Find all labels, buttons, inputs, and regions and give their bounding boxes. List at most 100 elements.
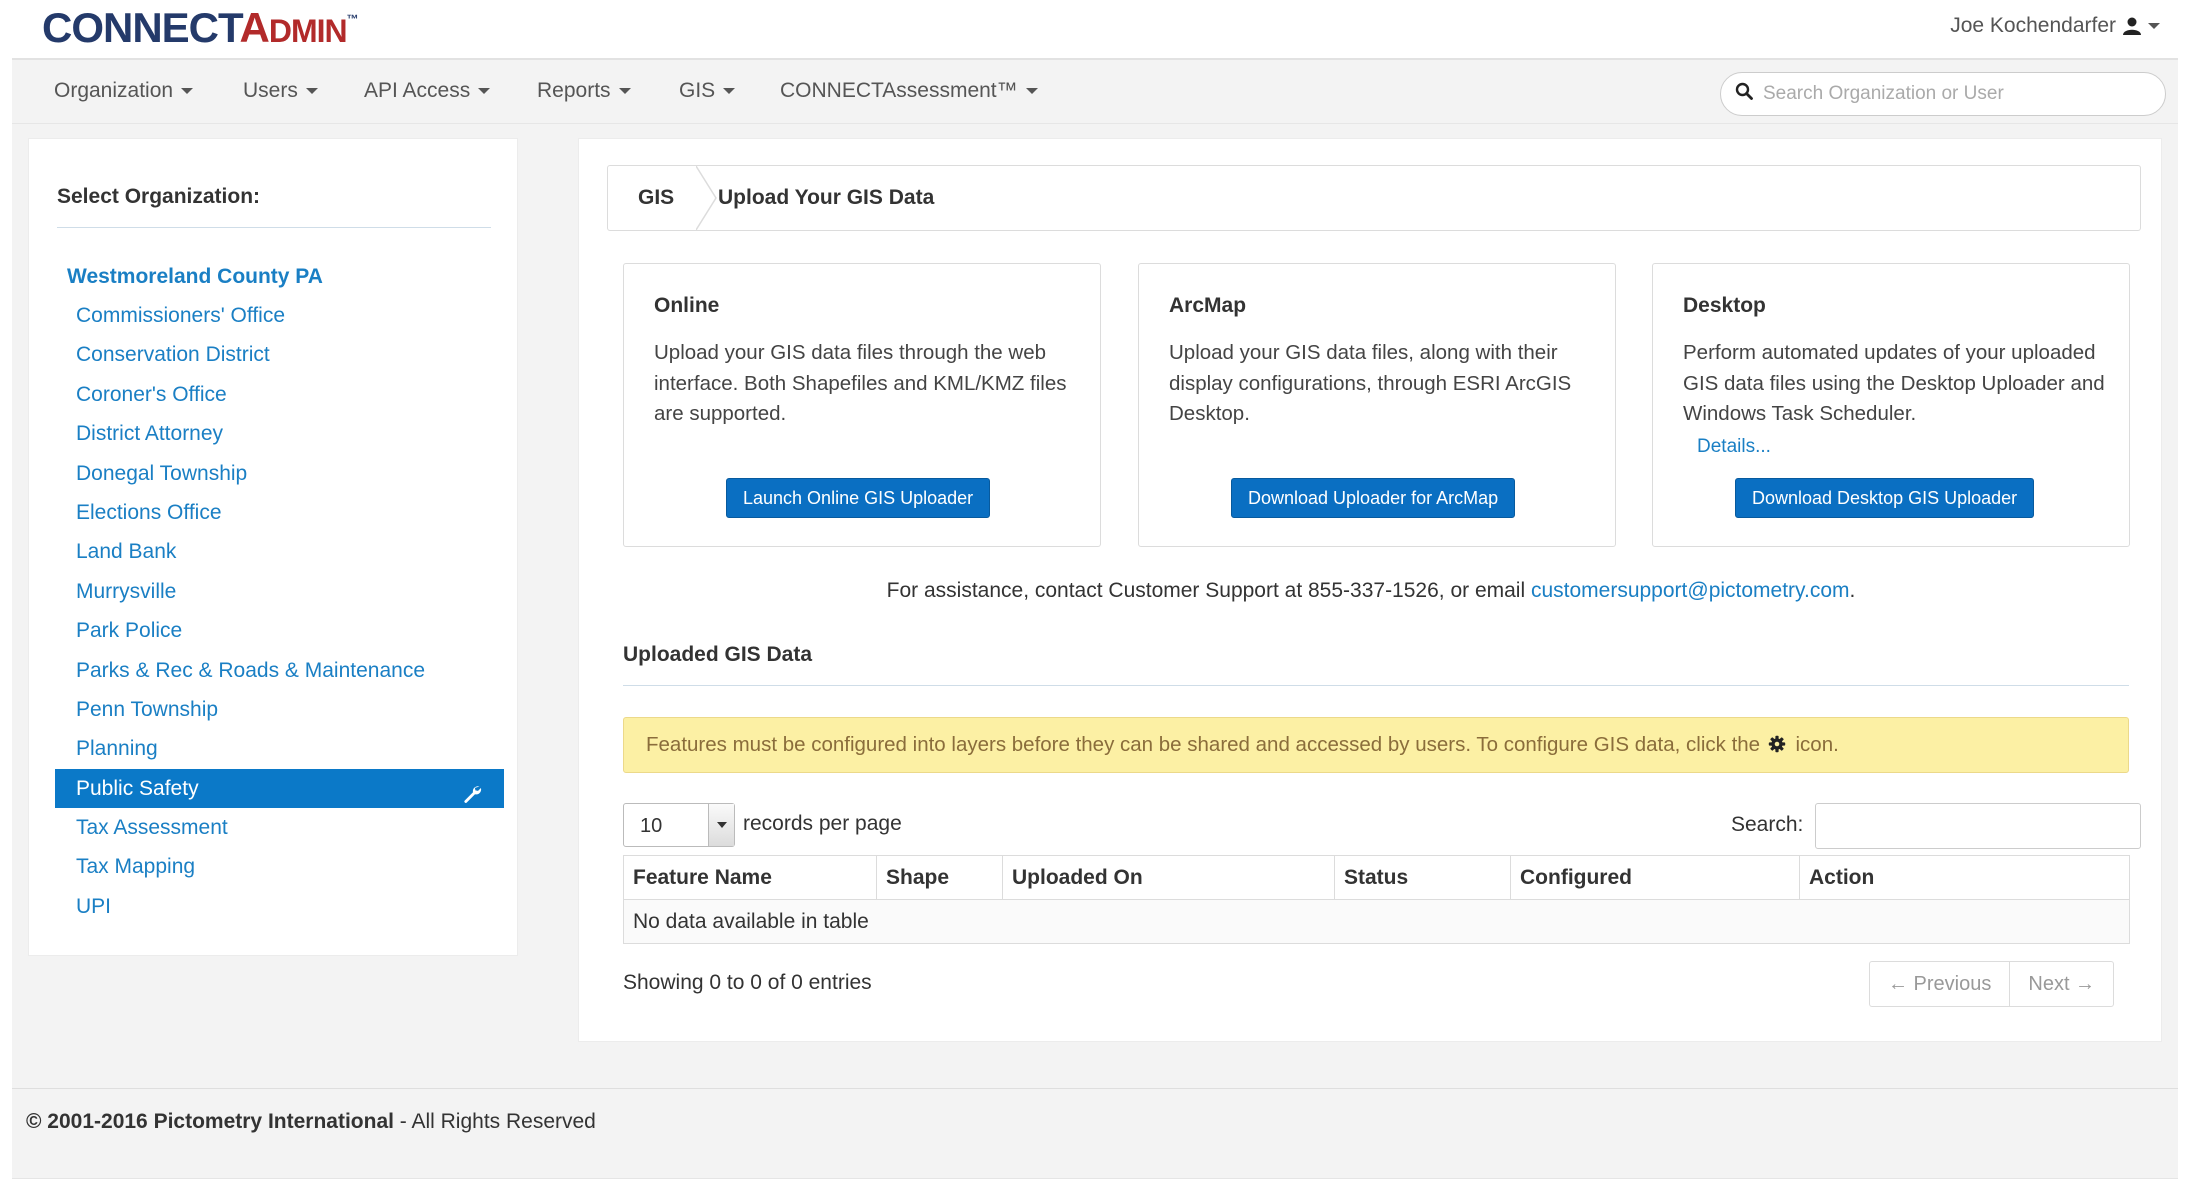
org-item-penn-township[interactable]: Penn Township — [55, 690, 504, 729]
logo-connect: CONNECT — [42, 4, 241, 51]
support-text: For assistance, contact Customer Support… — [886, 579, 1531, 602]
column-header-action[interactable]: Action — [1799, 855, 2130, 900]
divider — [57, 227, 491, 228]
nav-users[interactable]: Users — [243, 79, 318, 103]
download-arcmap-uploader-button[interactable]: Download Uploader for ArcMap — [1231, 478, 1516, 518]
nav-label: Reports — [537, 79, 611, 102]
alert-text-end: icon. — [1795, 733, 1839, 756]
breadcrumb: GIS Upload Your GIS Data — [607, 165, 2141, 231]
nav-reports[interactable]: Reports — [537, 79, 631, 103]
card-title: Online — [654, 294, 720, 317]
nav-api-access[interactable]: API Access — [364, 79, 491, 103]
download-desktop-uploader-button[interactable]: Download Desktop GIS Uploader — [1735, 478, 2035, 518]
support-email-link[interactable]: customersupport@pictometry.com — [1531, 579, 1850, 602]
empty-table-message: No data available in table — [623, 899, 2130, 944]
main-panel: GIS Upload Your GIS Data Online Upload y… — [578, 138, 2162, 1042]
column-header-configured[interactable]: Configured — [1510, 855, 1800, 900]
nav-label: Users — [243, 79, 298, 102]
user-menu[interactable]: Joe Kochendarfer — [1950, 14, 2160, 38]
card-title: ArcMap — [1169, 294, 1247, 317]
org-item-elections-office[interactable]: Elections Office — [55, 493, 504, 532]
org-item-murrysville[interactable]: Murrysville — [55, 572, 504, 611]
card-title: Desktop — [1683, 294, 1766, 317]
org-root-link[interactable]: Westmoreland County PA — [67, 265, 323, 289]
nav-label: API Access — [364, 79, 471, 102]
page-background: CONNECTADMIN™ Joe Kochendarfer Organizat… — [12, 0, 2178, 1179]
main-nav: Organization Users API Access Reports GI… — [12, 62, 2178, 124]
page-length-value: 10 — [640, 815, 663, 837]
org-item-parks-rec-roads[interactable]: Parks & Rec & Roads & Maintenance — [55, 651, 504, 690]
user-icon — [2122, 16, 2142, 36]
caret-down-icon — [478, 88, 491, 94]
table-search-input[interactable] — [1815, 803, 2141, 849]
global-search[interactable] — [1720, 72, 2166, 116]
org-item-conservation-district[interactable]: Conservation District — [55, 335, 504, 374]
search-input[interactable] — [1763, 83, 2143, 105]
nav-gis[interactable]: GIS — [679, 79, 736, 103]
section-title: Uploaded GIS Data — [623, 643, 813, 666]
divider — [623, 685, 2129, 686]
search-icon — [1735, 82, 1753, 106]
top-header: CONNECTADMIN™ Joe Kochendarfer — [12, 0, 2178, 60]
nav-label: CONNECTAssessment™ — [780, 79, 1018, 102]
card-description: Upload your GIS data files, along with t… — [1169, 341, 1572, 425]
page-length-select[interactable]: 10 — [623, 803, 735, 847]
org-item-park-police[interactable]: Park Police — [55, 611, 504, 650]
table-search-label: Search: — [1731, 813, 1804, 836]
gis-data-table: Feature Name Shape Uploaded On Status Co… — [623, 855, 2130, 944]
sidebar-title: Select Organization: — [57, 185, 261, 208]
org-item-commissioners-office[interactable]: Commissioners' Office — [55, 296, 504, 335]
table-info: Showing 0 to 0 of 0 entries — [623, 971, 872, 994]
nav-label: GIS — [679, 79, 716, 102]
logo-trademark: ™ — [346, 12, 359, 26]
details-link[interactable]: Details... — [1697, 436, 1771, 458]
card-description: Perform automated updates of your upload… — [1683, 341, 2105, 425]
breadcrumb-gis[interactable]: GIS — [638, 186, 674, 210]
page-length-label: records per page — [743, 812, 902, 835]
caret-down-icon — [181, 88, 194, 94]
org-item-coroners-office[interactable]: Coroner's Office — [55, 375, 504, 414]
caret-down-icon — [305, 88, 318, 94]
divider — [12, 1088, 2178, 1089]
org-item-donegal-township[interactable]: Donegal Township — [55, 454, 504, 493]
footer-rights: - All Rights Reserved — [393, 1110, 596, 1133]
column-header-uploaded-on[interactable]: Uploaded On — [1002, 855, 1335, 900]
card-arcmap: ArcMap Upload your GIS data files, along… — [1138, 263, 1616, 547]
alert-text: Features must be configured into layers … — [646, 733, 1761, 756]
column-header-feature-name[interactable]: Feature Name — [623, 855, 877, 900]
table-header-row: Feature Name Shape Uploaded On Status Co… — [623, 855, 2130, 900]
support-end: . — [1849, 579, 1856, 602]
page-title: Upload Your GIS Data — [718, 186, 935, 209]
table-row: No data available in table — [623, 899, 2130, 944]
org-item-tax-mapping[interactable]: Tax Mapping — [55, 847, 504, 886]
org-item-label: Public Safety — [76, 776, 199, 800]
org-sidebar: Select Organization: Westmoreland County… — [28, 138, 518, 956]
org-item-district-attorney[interactable]: District Attorney — [55, 414, 504, 453]
org-item-upi[interactable]: UPI — [55, 887, 504, 926]
connectadmin-logo[interactable]: CONNECTADMIN™ — [42, 4, 359, 56]
nav-organization[interactable]: Organization — [54, 79, 194, 103]
previous-page-button[interactable]: ← Previous — [1870, 962, 2009, 1006]
card-description: Upload your GIS data files through the w… — [654, 341, 1067, 425]
config-alert: Features must be configured into layers … — [623, 717, 2129, 773]
caret-down-icon — [1025, 88, 1038, 94]
caret-down-icon — [723, 88, 736, 94]
gear-icon — [1768, 720, 1786, 774]
next-page-button[interactable]: Next → — [2009, 962, 2113, 1006]
org-item-planning[interactable]: Planning — [55, 729, 504, 768]
column-header-status[interactable]: Status — [1334, 855, 1511, 900]
card-desktop: Desktop Perform automated updates of you… — [1652, 263, 2130, 547]
org-item-tax-assessment[interactable]: Tax Assessment — [55, 808, 504, 847]
org-item-land-bank[interactable]: Land Bank — [55, 532, 504, 571]
column-header-shape[interactable]: Shape — [876, 855, 1003, 900]
launch-online-uploader-button[interactable]: Launch Online GIS Uploader — [726, 478, 991, 518]
nav-connectassessment[interactable]: CONNECTAssessment™ — [780, 79, 1038, 103]
org-item-public-safety[interactable]: Public Safety — [55, 768, 504, 809]
breadcrumb-separator-icon — [696, 166, 717, 230]
footer: © 2001-2016 Pictometry International - A… — [26, 1110, 596, 1134]
pagination: ← Previous Next → — [1869, 961, 2115, 1007]
logo-dmin: DMIN — [268, 13, 348, 49]
chevron-down-icon — [2148, 23, 2160, 29]
dropdown-arrow-icon[interactable] — [708, 804, 734, 846]
logo-a: A — [239, 4, 270, 51]
